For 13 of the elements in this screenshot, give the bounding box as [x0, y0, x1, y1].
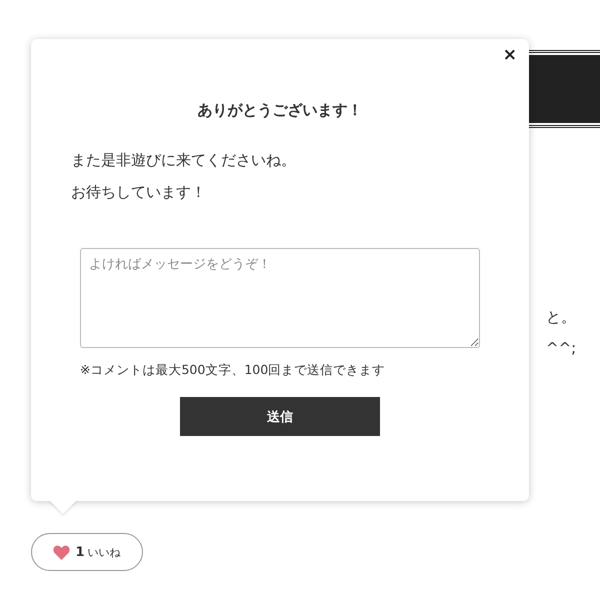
body-text: ^^; [546, 339, 576, 357]
send-button[interactable]: 送信 [180, 397, 380, 436]
message-text: また是非遊びに来てくださいね。 [71, 150, 297, 171]
comment-note: ※コメントは最大500文字、100回まで送信できます [80, 362, 386, 379]
message-text: お待ちしています！ [71, 182, 207, 203]
like-label: いいね [88, 544, 121, 560]
body-text: と。 [546, 308, 576, 327]
popup-title: ありがとうございます！ [196, 101, 364, 120]
message-field[interactable]: よければメッセージをどうぞ！ [80, 248, 480, 348]
like-button[interactable]: 1 いいね [31, 533, 143, 571]
close-button[interactable]: × [498, 45, 521, 66]
heart-icon [53, 544, 70, 560]
like-count: 1 [75, 544, 85, 560]
